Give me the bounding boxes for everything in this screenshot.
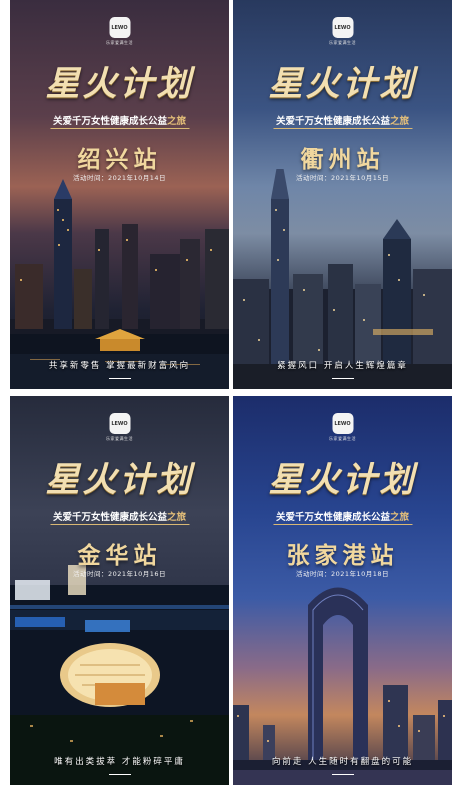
lewo-logo: LEWO bbox=[332, 17, 353, 38]
city-skyline-image bbox=[233, 587, 452, 785]
event-date: 活动时间：2021年10月14日 bbox=[72, 174, 167, 182]
poster-slogan: 向前走 人生随时有翻盘的可能 bbox=[271, 757, 414, 767]
slogan-underline bbox=[108, 773, 131, 775]
logo-subtitle: 乐家爱满生活 bbox=[106, 40, 133, 45]
subtitle-text: 关爱千万女性健康成长公益 bbox=[275, 512, 390, 523]
poster-title: 星火计划 bbox=[45, 64, 194, 104]
poster-slogan: 紧握风口 开启人生辉煌篇章 bbox=[277, 361, 408, 371]
poster-jinhua: LEWO 乐家爱满生活 星火计划 关爱千万女性健康成长公益之旅 金华站 活动时间… bbox=[10, 396, 229, 785]
poster-subtitle: 关爱千万女性健康成长公益之旅 bbox=[49, 508, 190, 525]
logo-subtitle: 乐家爱满生活 bbox=[329, 40, 356, 45]
slogan-underline bbox=[108, 377, 131, 379]
lewo-logo: LEWO bbox=[332, 413, 353, 434]
poster-quzhou: LEWO 乐家爱满生活 星火计划 关爱千万女性健康成长公益之旅 衢州站 活动时间… bbox=[233, 0, 452, 389]
lewo-logo: LEWO bbox=[109, 413, 130, 434]
poster-subtitle: 关爱千万女性健康成长公益之旅 bbox=[272, 112, 413, 129]
poster-slogan: 唯有出类拔萃 才能粉碎平庸 bbox=[54, 757, 185, 767]
event-date: 活动时间：2021年10月15日 bbox=[295, 174, 390, 182]
city-skyline-image bbox=[233, 169, 452, 389]
logo-subtitle: 乐家爱满生活 bbox=[106, 436, 133, 441]
station-name: 张家港站 bbox=[286, 543, 399, 569]
station-name: 金华站 bbox=[77, 543, 162, 569]
poster-subtitle: 关爱千万女性健康成长公益之旅 bbox=[272, 508, 413, 525]
slogan-underline bbox=[331, 773, 354, 775]
subtitle-highlight: 之旅 bbox=[390, 512, 410, 523]
event-date: 活动时间：2021年10月16日 bbox=[72, 570, 167, 578]
logo-subtitle: 乐家爱满生活 bbox=[329, 436, 356, 441]
station-name: 衢州站 bbox=[300, 147, 385, 173]
subtitle-text: 关爱千万女性健康成长公益 bbox=[275, 116, 390, 127]
poster-title: 星火计划 bbox=[268, 460, 417, 500]
poster-title: 星火计划 bbox=[45, 460, 194, 500]
poster-title: 星火计划 bbox=[268, 64, 417, 104]
slogan-underline bbox=[331, 377, 354, 379]
subtitle-highlight: 之旅 bbox=[167, 116, 187, 127]
lewo-logo: LEWO bbox=[109, 17, 130, 38]
subtitle-highlight: 之旅 bbox=[390, 116, 410, 127]
station-name: 绍兴站 bbox=[77, 147, 162, 173]
city-skyline-image bbox=[10, 179, 229, 389]
poster-slogan: 共享新零售 掌握最新财富风向 bbox=[48, 361, 191, 371]
subtitle-text: 关爱千万女性健康成长公益 bbox=[52, 512, 167, 523]
poster-subtitle: 关爱千万女性健康成长公益之旅 bbox=[49, 112, 190, 129]
event-date: 活动时间：2021年10月18日 bbox=[295, 570, 390, 578]
poster-shaoxing: LEWO 乐家爱满生活 星火计划 关爱千万女性健康成长公益之旅 绍兴站 活动时间… bbox=[10, 0, 229, 389]
subtitle-text: 关爱千万女性健康成长公益 bbox=[52, 116, 167, 127]
city-skyline-image bbox=[10, 565, 229, 785]
poster-zhangjiagang: LEWO 乐家爱满生活 星火计划 关爱千万女性健康成长公益之旅 张家港站 活动时… bbox=[233, 396, 452, 785]
subtitle-highlight: 之旅 bbox=[167, 512, 187, 523]
